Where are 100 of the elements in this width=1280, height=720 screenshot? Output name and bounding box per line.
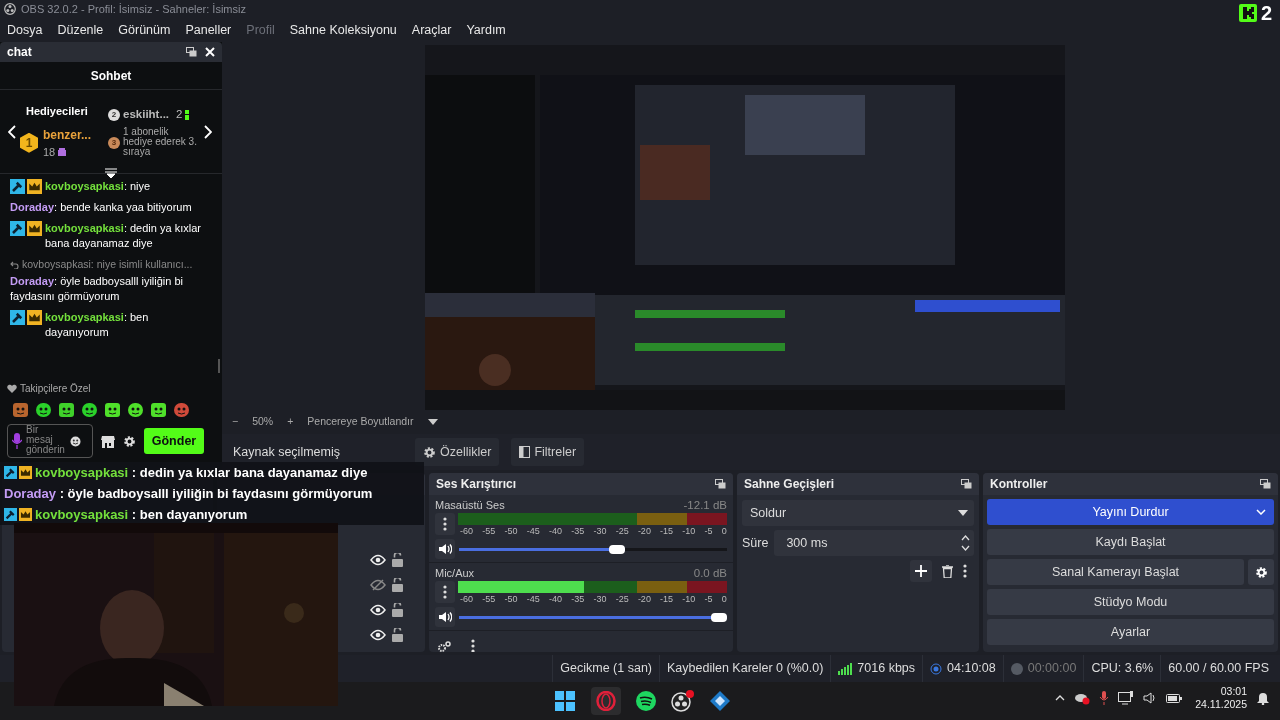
control-button[interactable]: Stüdyo Modu — [987, 589, 1274, 615]
emote-icon[interactable] — [150, 401, 167, 418]
volume-icon[interactable] — [1143, 692, 1158, 704]
message-input-field[interactable]: Bir mesaj gönderin — [7, 424, 93, 458]
chat-message: Doraday: öyle badboysalll iyiliğin bi faydasını görmüyorum — [10, 273, 185, 304]
recorder-app-icon[interactable] — [671, 690, 695, 712]
lock-icon[interactable] — [392, 602, 403, 617]
eye-off-icon[interactable] — [370, 578, 386, 591]
battery-icon[interactable] — [1166, 692, 1183, 704]
control-button[interactable]: Kaydı Başlat — [987, 529, 1274, 555]
settings-icon[interactable] — [123, 434, 136, 448]
fit-to-window-dropdown[interactable]: Pencereye Boyutlandır — [307, 414, 414, 430]
notification-icon[interactable] — [1256, 691, 1270, 705]
cloud-icon[interactable] — [1074, 691, 1091, 705]
zoom-level: 50% — [252, 414, 274, 430]
lock-icon[interactable] — [392, 577, 403, 592]
spinner-icon[interactable] — [961, 534, 970, 552]
meter-tick: -20 — [637, 593, 651, 605]
diamond-app-icon[interactable] — [709, 690, 731, 712]
music-app-icon[interactable] — [635, 690, 657, 712]
undock-icon[interactable] — [715, 479, 726, 489]
emote-icon[interactable] — [12, 401, 29, 418]
caret-icon[interactable] — [427, 419, 438, 425]
send-button[interactable]: Gönder — [144, 428, 204, 454]
undock-icon[interactable] — [1260, 479, 1271, 489]
heart-icon — [7, 384, 17, 393]
lock-icon[interactable] — [392, 552, 403, 567]
obs-logo-icon — [4, 3, 16, 15]
speaker-icon[interactable] — [438, 543, 452, 555]
filter-icon[interactable] — [519, 446, 531, 458]
network-icon[interactable] — [1118, 691, 1135, 705]
chevron-down-icon[interactable] — [1256, 509, 1266, 515]
undock-icon[interactable] — [961, 479, 972, 489]
eye-icon[interactable] — [370, 553, 386, 566]
add-icon[interactable] — [915, 565, 927, 577]
gifter-name: eskiiht... — [123, 107, 170, 123]
start-icon[interactable] — [553, 689, 577, 713]
store-icon[interactable] — [101, 434, 115, 448]
emoji-icon[interactable] — [70, 435, 81, 447]
meter-tick: -10 — [682, 525, 696, 537]
menu-item[interactable]: Araçlar — [411, 20, 452, 40]
caret-icon[interactable] — [958, 510, 968, 516]
menu-item[interactable]: Paneller — [185, 20, 232, 40]
speaker-icon[interactable] — [438, 611, 452, 623]
k-logo-icon — [1238, 4, 1257, 22]
zoom-in-button[interactable]: + — [287, 414, 294, 430]
emote-icon[interactable] — [81, 401, 98, 418]
menu-item[interactable]: Düzenle — [57, 20, 104, 40]
menu-item[interactable]: Yardım — [466, 20, 506, 40]
settings-icon[interactable] — [423, 445, 436, 459]
emote-icon[interactable] — [58, 401, 75, 418]
eye-icon[interactable] — [370, 628, 386, 641]
window-title: OBS 32.0.2 - Profil: İsimsiz - Sahneler: İsimsiz — [21, 1, 246, 17]
close-icon[interactable] — [205, 47, 215, 57]
lock-icon[interactable] — [392, 627, 403, 642]
crown-badge-icon — [27, 221, 42, 236]
microphone-icon[interactable] — [12, 433, 22, 449]
volume-slider[interactable] — [459, 542, 727, 556]
undock-icon[interactable] — [186, 47, 197, 57]
settings-icon[interactable] — [438, 640, 451, 652]
microphone-icon[interactable] — [1099, 691, 1110, 705]
emote-icon[interactable] — [127, 401, 144, 418]
collapse-icon[interactable] — [104, 168, 118, 178]
emote-icon[interactable] — [104, 401, 121, 418]
duration-field[interactable]: 300 ms — [774, 530, 974, 556]
filters-button[interactable]: Filtreler — [511, 438, 585, 466]
ring-app-icon[interactable] — [596, 691, 616, 711]
meter-tick: -30 — [593, 525, 607, 537]
stream-delay: Gecikme (1 san) — [560, 660, 652, 678]
more-icon[interactable] — [471, 639, 475, 652]
channel-reading: 0.0 dB — [693, 565, 727, 581]
signal-icon — [838, 662, 853, 675]
volume-slider[interactable] — [459, 610, 727, 624]
more-icon[interactable] — [443, 585, 447, 599]
menu-item[interactable]: Dosya — [7, 20, 43, 40]
meter-tick: -25 — [615, 593, 629, 605]
gift-icon — [185, 110, 190, 120]
dock-title: Sahne Geçişleri — [744, 476, 836, 493]
chevron-right-icon[interactable] — [204, 124, 212, 139]
eye-icon[interactable] — [370, 603, 386, 616]
record-time: 00:00:00 — [1027, 660, 1077, 678]
clock-date: 24.11.2025 — [1195, 698, 1247, 711]
meter-tick: -55 — [482, 593, 496, 605]
control-button[interactable]: Sanal Kamerayı Başlat — [987, 559, 1244, 585]
chevron-up-icon[interactable] — [1055, 695, 1066, 701]
transition-dropdown[interactable]: Soldur — [742, 500, 974, 526]
meter-tick: -45 — [526, 593, 540, 605]
trash-icon[interactable] — [942, 564, 953, 578]
menu-item[interactable]: Sahne Koleksiyonu — [289, 20, 397, 40]
rank-badge: 2 — [108, 109, 120, 121]
more-icon[interactable] — [443, 517, 447, 531]
control-button[interactable]: Ayarlar — [987, 619, 1274, 645]
emote-icon[interactable] — [35, 401, 52, 418]
more-icon[interactable] — [963, 564, 967, 578]
chevron-left-icon[interactable] — [8, 124, 16, 139]
menu-item[interactable]: Görünüm — [118, 20, 171, 40]
meter-tick: -40 — [548, 593, 562, 605]
control-button[interactable]: Yayını Durdur — [987, 499, 1274, 525]
properties-button[interactable]: Özellikler — [415, 438, 500, 466]
zoom-out-button[interactable]: − — [232, 414, 239, 430]
